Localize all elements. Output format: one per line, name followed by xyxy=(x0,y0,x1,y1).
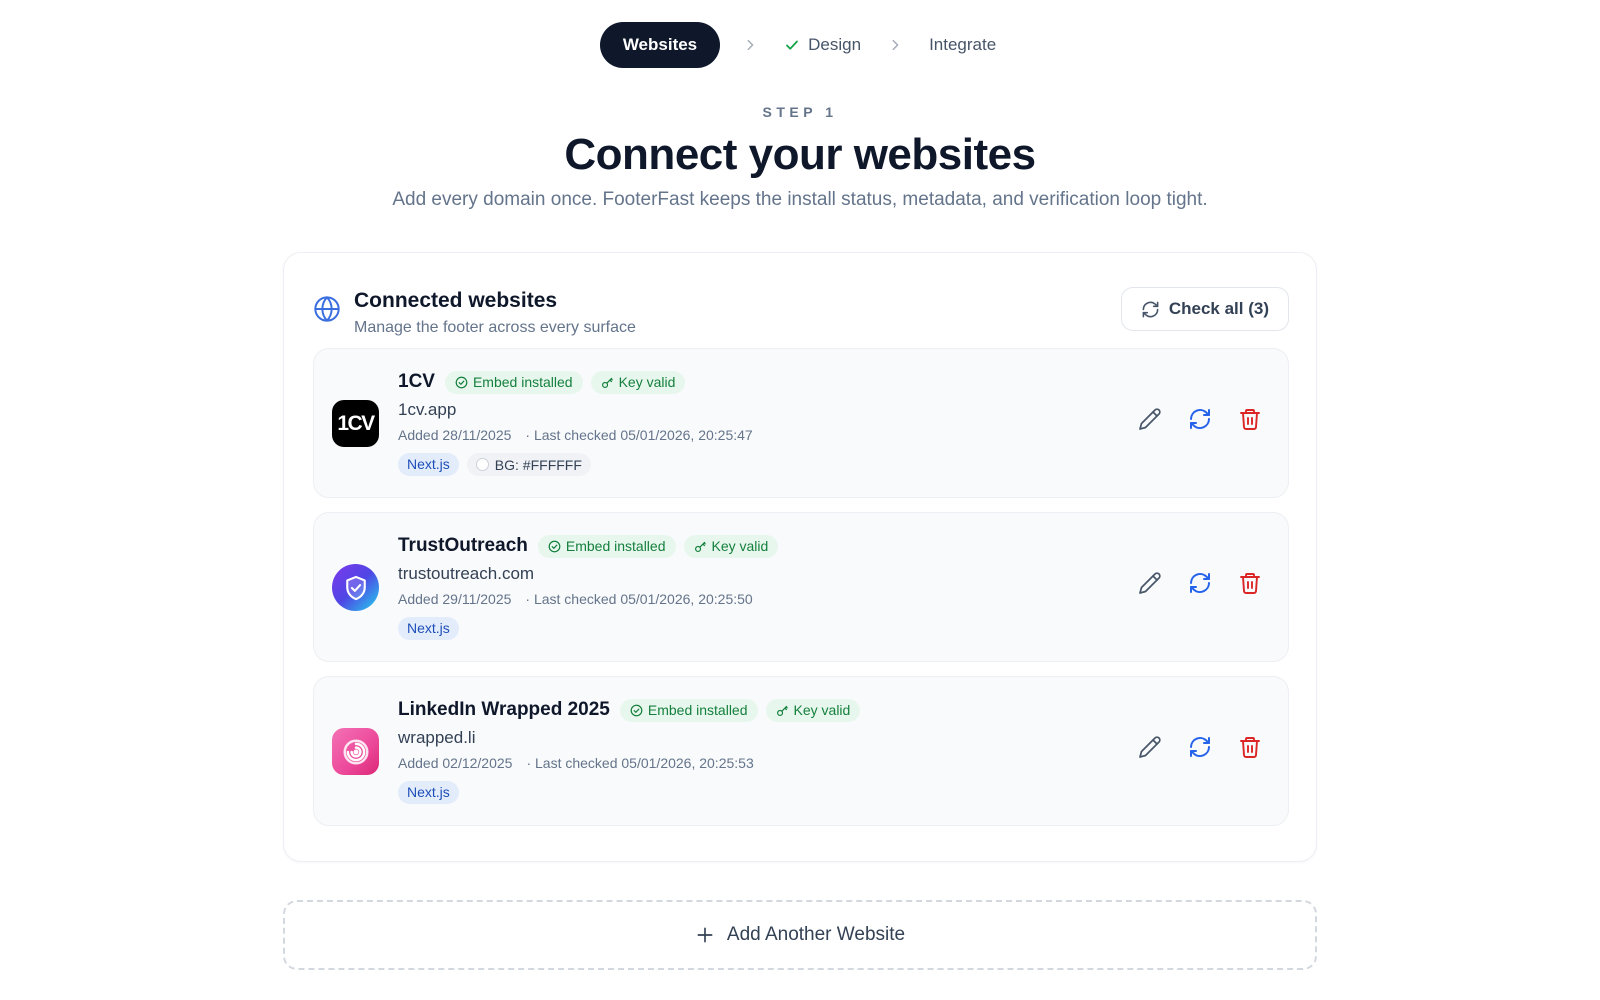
site-domain: 1cv.app xyxy=(398,400,457,419)
website-row-linkedin-wrapped: LinkedIn Wrapped 2025 Embed installed Ke… xyxy=(313,676,1289,826)
embed-installed-badge: Embed installed xyxy=(537,534,676,558)
edit-button[interactable] xyxy=(1138,571,1162,595)
delete-button[interactable] xyxy=(1238,571,1262,595)
site-name: LinkedIn Wrapped 2025 xyxy=(398,699,610,720)
color-swatch xyxy=(475,458,489,471)
site-logo-trustoutreach xyxy=(332,564,379,611)
refresh-icon xyxy=(1141,300,1160,319)
framework-tag: Next.js xyxy=(398,781,459,804)
step-design-label: Design xyxy=(808,35,862,54)
step-eyebrow: STEP 1 xyxy=(762,104,838,120)
key-valid-badge: Key valid xyxy=(590,370,686,394)
check-circle-icon xyxy=(455,376,468,389)
refresh-icon xyxy=(1188,407,1212,431)
check-icon xyxy=(784,37,800,53)
site-name: TrustOutreach xyxy=(398,535,528,556)
trash-icon xyxy=(1238,571,1262,595)
site-logo-1cv: 1CV xyxy=(332,400,379,447)
trash-icon xyxy=(1238,407,1262,431)
step-integrate-label: Integrate xyxy=(929,35,997,54)
site-meta: Added 29/11/2025 · Last checked 05/01/202… xyxy=(398,591,753,607)
recheck-button[interactable] xyxy=(1188,735,1212,759)
site-domain: trustoutreach.com xyxy=(398,564,535,583)
check-circle-icon xyxy=(548,540,561,553)
site-logo-linkedin-wrapped xyxy=(332,728,379,775)
site-domain: wrapped.li xyxy=(398,728,476,747)
chevron-right-icon xyxy=(865,38,925,52)
connected-websites-panel: Connected websites Manage the footer acr… xyxy=(283,252,1317,862)
bg-color-tag: BG: #FFFFFF xyxy=(466,453,591,476)
trash-icon xyxy=(1238,735,1262,759)
pencil-icon xyxy=(1138,571,1162,595)
framework-tag: Next.js xyxy=(398,617,459,640)
panel-subtitle: Manage the footer across every surface xyxy=(354,319,636,336)
panel-title: Connected websites xyxy=(354,289,558,312)
add-website-button[interactable]: Add Another Website xyxy=(283,900,1317,970)
step-integrate[interactable]: Integrate xyxy=(925,35,1000,55)
wizard-stepper: Websites Design Integrate xyxy=(0,22,1600,68)
check-all-label: Check all (3) xyxy=(1168,299,1269,318)
key-valid-badge: Key valid xyxy=(765,698,861,722)
edit-button[interactable] xyxy=(1138,735,1162,759)
embed-installed-badge: Embed installed xyxy=(619,698,758,722)
website-row-trustoutreach: TrustOutreach Embed installed Key valid … xyxy=(313,512,1289,662)
page-subtitle: Add every domain once. FooterFast keeps … xyxy=(392,189,1208,210)
add-website-label: Add Another Website xyxy=(726,924,906,945)
step-design[interactable]: Design xyxy=(780,35,865,55)
key-icon xyxy=(776,704,789,717)
key-valid-badge: Key valid xyxy=(683,534,779,558)
site-meta: Added 28/11/2025 · Last checked 05/01/202… xyxy=(398,427,753,443)
refresh-icon xyxy=(1188,571,1212,595)
edit-button[interactable] xyxy=(1138,407,1162,431)
recheck-button[interactable] xyxy=(1188,407,1212,431)
spiral-icon xyxy=(341,737,371,767)
site-name: 1CV xyxy=(398,371,435,392)
framework-tag: Next.js xyxy=(398,453,459,476)
delete-button[interactable] xyxy=(1238,407,1262,431)
plus-icon xyxy=(695,925,715,945)
website-row-1cv: 1CV 1CV Embed installed Key valid 1cv.ap… xyxy=(313,348,1289,498)
panel-header: Connected websites Manage the footer acr… xyxy=(313,287,1289,337)
page-title: Connect your websites xyxy=(564,130,1036,179)
pencil-icon xyxy=(1138,735,1162,759)
delete-button[interactable] xyxy=(1238,735,1262,759)
shield-check-icon xyxy=(342,574,370,602)
check-circle-icon xyxy=(630,704,643,717)
refresh-icon xyxy=(1188,735,1212,759)
step-websites[interactable]: Websites xyxy=(599,22,721,68)
key-icon xyxy=(694,540,707,553)
site-meta: Added 02/12/2025 · Last checked 05/01/202… xyxy=(398,755,754,771)
globe-icon xyxy=(313,295,341,323)
check-all-button[interactable]: Check all (3) xyxy=(1120,287,1289,331)
chevron-right-icon xyxy=(720,38,780,52)
recheck-button[interactable] xyxy=(1188,571,1212,595)
pencil-icon xyxy=(1138,407,1162,431)
embed-installed-badge: Embed installed xyxy=(444,370,583,394)
key-icon xyxy=(601,376,614,389)
